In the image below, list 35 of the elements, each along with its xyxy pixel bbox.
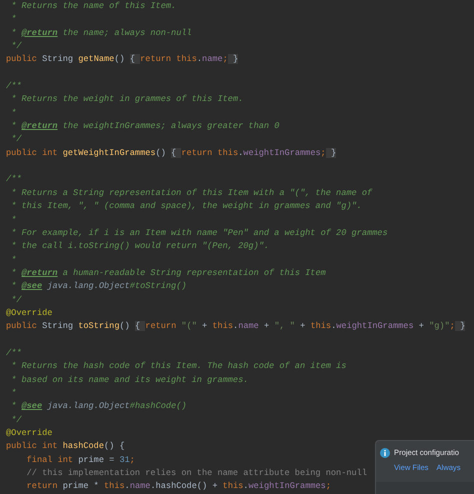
info-icon	[380, 448, 390, 458]
code-line: // this implementation relies on the name attribute being non-null	[26, 467, 367, 480]
code-line: * this Item, ", " (comma and space), the weight in grammes and "g)".	[10, 200, 362, 214]
code-line: public int getWeightInGrammes() { return this.weightInGrammes; }	[6, 146, 336, 160]
code-line: * based on its name and its weight in grammes.	[10, 374, 248, 387]
code-line: public String getName() { return this.name; }	[6, 53, 238, 66]
code-line: * Returns a String representation of this Item with a "(", the name of	[10, 186, 372, 200]
code-line: *	[10, 13, 16, 26]
code-line: * the call i.toString() would return "(Pen, 20g)".	[10, 240, 270, 254]
code-line: *	[10, 214, 16, 226]
code-line: return prime * this.name.hashCode() + this.weightInGrammes;	[26, 480, 331, 494]
code-line: */	[10, 414, 22, 427]
code-line: @Override	[6, 427, 52, 440]
code-line: /**	[6, 346, 22, 360]
code-line: *	[10, 254, 16, 267]
code-line: */	[10, 40, 22, 54]
code-line: * @see java.lang.Object#toString()	[10, 280, 187, 294]
code-line: */	[10, 133, 22, 146]
code-line: *	[10, 386, 16, 400]
code-line: * For example, if i is an Item with name "Pen" and a weight of 20 grammes	[10, 226, 388, 240]
code-line: public String toString() { return "(" + this.name + ", " + this.weightInGrammes + "g)"; }	[6, 320, 466, 334]
code-line: * Returns the hash code of this Item. The hash code of an item is	[10, 360, 346, 374]
code-line: * @see java.lang.Object#hashCode()	[10, 400, 187, 414]
code-line: * @return a human-readable String representation of this Item	[10, 266, 326, 280]
code-line: * Returns the weight in grammes of this Item.	[10, 93, 244, 106]
code-line: public int hashCode() {	[6, 440, 125, 454]
code-line: *	[10, 106, 16, 120]
code-line: /**	[6, 173, 22, 186]
code-line: /**	[6, 80, 22, 94]
code-line: * @return the name; always non-null	[10, 26, 192, 40]
code-line: final int prime = 31;	[26, 454, 135, 467]
code-line: * @return the weightInGrammes; always greater than 0	[10, 120, 280, 134]
code-line: @Override	[6, 306, 52, 320]
code-line: */	[10, 294, 22, 307]
code-line: * Returns the name of this Item.	[10, 0, 176, 13]
